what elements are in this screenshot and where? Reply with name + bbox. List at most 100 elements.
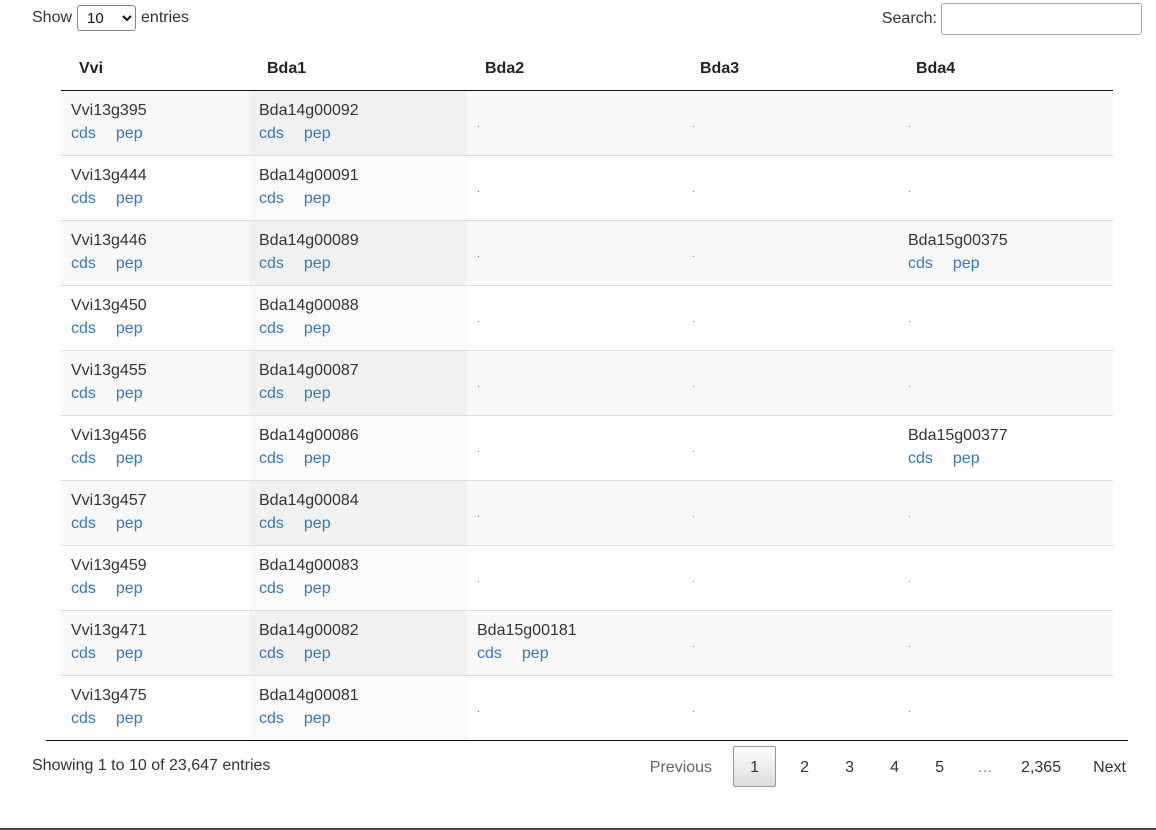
cds-link[interactable]: cds — [908, 450, 933, 467]
empty-cell-marker: . — [908, 573, 911, 585]
sequence-links: cds pep — [71, 122, 249, 146]
pep-link[interactable]: pep — [304, 320, 331, 337]
table-row: Vvi13g475 cds pep Bda14g00081 cds pep... — [61, 674, 1113, 740]
cds-link[interactable]: cds — [71, 580, 96, 597]
cds-link[interactable]: cds — [259, 450, 284, 467]
cds-link[interactable]: cds — [71, 710, 96, 727]
gene-id: Vvi13g456 — [71, 426, 147, 444]
pep-link[interactable]: pep — [304, 125, 331, 142]
cds-link[interactable]: cds — [259, 125, 284, 142]
cds-link[interactable]: cds — [71, 385, 96, 402]
pep-link[interactable]: pep — [953, 450, 980, 467]
table-cell-bda3: . — [682, 479, 898, 545]
table-cell-bda1: Bda14g00081 cds pep — [249, 674, 467, 740]
pagination: Previous 1 2 3 4 5 … 2,365 Next — [637, 746, 1139, 787]
pep-link[interactable]: pep — [304, 385, 331, 402]
cds-link[interactable]: cds — [71, 320, 96, 337]
cds-link[interactable]: cds — [71, 515, 96, 532]
column-header-vvi[interactable]: Vvi — [61, 48, 249, 91]
pep-link[interactable]: pep — [116, 580, 143, 597]
pep-link[interactable]: pep — [953, 255, 980, 272]
column-header-bda2[interactable]: Bda2 — [467, 48, 682, 91]
page-button-4[interactable]: 4 — [872, 746, 917, 787]
pep-link[interactable]: pep — [304, 190, 331, 207]
cds-link[interactable]: cds — [71, 255, 96, 272]
sequence-links: cds pep — [71, 512, 249, 536]
table-cell-bda3: . — [682, 154, 898, 220]
cds-link[interactable]: cds — [259, 580, 284, 597]
pep-link[interactable]: pep — [116, 450, 143, 467]
cds-link[interactable]: cds — [259, 515, 284, 532]
empty-cell-marker: . — [692, 118, 695, 130]
cds-link[interactable]: cds — [71, 125, 96, 142]
table-cell-vvi: Vvi13g395 cds pep — [61, 90, 249, 155]
page-button-3[interactable]: 3 — [827, 746, 872, 787]
table-cell-vvi: Vvi13g455 cds pep — [61, 349, 249, 415]
pep-link[interactable]: pep — [116, 645, 143, 662]
empty-cell-marker: . — [692, 313, 695, 325]
pep-link[interactable]: pep — [304, 450, 331, 467]
table-cell-bda3: . — [682, 349, 898, 415]
cds-link[interactable]: cds — [259, 320, 284, 337]
page-button-last[interactable]: 2,365 — [1008, 746, 1074, 787]
pep-link[interactable]: pep — [116, 515, 143, 532]
table-cell-bda1: Bda14g00082 cds pep — [249, 609, 467, 675]
table-bottom-border — [46, 740, 1128, 741]
table-cell-bda3: . — [682, 414, 898, 480]
cds-link[interactable]: cds — [259, 710, 284, 727]
page-button-5[interactable]: 5 — [917, 746, 962, 787]
page-button-2[interactable]: 2 — [782, 746, 827, 787]
table-cell-bda2: . — [467, 219, 682, 285]
cds-link[interactable]: cds — [71, 645, 96, 662]
sequence-links: cds pep — [71, 317, 249, 341]
empty-cell-marker: . — [692, 248, 695, 260]
pep-link[interactable]: pep — [116, 125, 143, 142]
cds-link[interactable]: cds — [908, 255, 933, 272]
pep-link[interactable]: pep — [522, 645, 549, 662]
empty-cell-marker: . — [477, 118, 480, 130]
show-label: Show — [32, 9, 73, 26]
pep-link[interactable]: pep — [116, 190, 143, 207]
table-cell-bda2: . — [467, 479, 682, 545]
cds-link[interactable]: cds — [259, 255, 284, 272]
orthologs-table-container: Vvi Bda1 Bda2 Bda3 Bda4 Vvi13g395 cds pep B… — [61, 48, 1113, 740]
table-cell-bda4: . — [898, 674, 1113, 740]
table-row: Vvi13g446 cds pep Bda14g00089 cds pep.. Bda15g… — [61, 219, 1113, 285]
pep-link[interactable]: pep — [116, 255, 143, 272]
cds-link[interactable]: cds — [71, 190, 96, 207]
empty-cell-marker: . — [692, 573, 695, 585]
entries-per-page-select[interactable]: 102550100 — [77, 5, 137, 31]
column-header-bda1[interactable]: Bda1 — [249, 48, 467, 91]
gene-id: Bda14g00092 — [259, 101, 359, 119]
pep-link[interactable]: pep — [116, 385, 143, 402]
pep-link[interactable]: pep — [304, 645, 331, 662]
search-input[interactable] — [941, 3, 1142, 35]
previous-page-button[interactable]: Previous — [637, 746, 725, 787]
pep-link[interactable]: pep — [304, 515, 331, 532]
table-cell-vvi: Vvi13g457 cds pep — [61, 479, 249, 545]
sequence-links: cds pep — [259, 577, 467, 601]
pep-link[interactable]: pep — [304, 710, 331, 727]
gene-id: Bda14g00083 — [259, 556, 359, 574]
cds-link[interactable]: cds — [259, 645, 284, 662]
sequence-links: cds pep — [477, 642, 682, 666]
page-button-1[interactable]: 1 — [733, 746, 777, 787]
empty-cell-marker: . — [477, 248, 480, 260]
pep-link[interactable]: pep — [116, 320, 143, 337]
search-control: Search: — [882, 3, 1142, 35]
pep-link[interactable]: pep — [304, 255, 331, 272]
cds-link[interactable]: cds — [259, 385, 284, 402]
column-header-bda4[interactable]: Bda4 — [898, 48, 1113, 91]
pep-link[interactable]: pep — [304, 580, 331, 597]
cds-link[interactable]: cds — [477, 645, 502, 662]
table-cell-bda3: . — [682, 219, 898, 285]
next-page-button[interactable]: Next — [1080, 746, 1139, 787]
pep-link[interactable]: pep — [116, 710, 143, 727]
sequence-links: cds pep — [259, 317, 467, 341]
cds-link[interactable]: cds — [71, 450, 96, 467]
table-cell-bda2: . — [467, 284, 682, 350]
empty-cell-marker: . — [477, 573, 480, 585]
column-header-bda3[interactable]: Bda3 — [682, 48, 898, 91]
cds-link[interactable]: cds — [259, 190, 284, 207]
orthologs-table: Vvi Bda1 Bda2 Bda3 Bda4 Vvi13g395 cds pep B… — [61, 48, 1113, 740]
